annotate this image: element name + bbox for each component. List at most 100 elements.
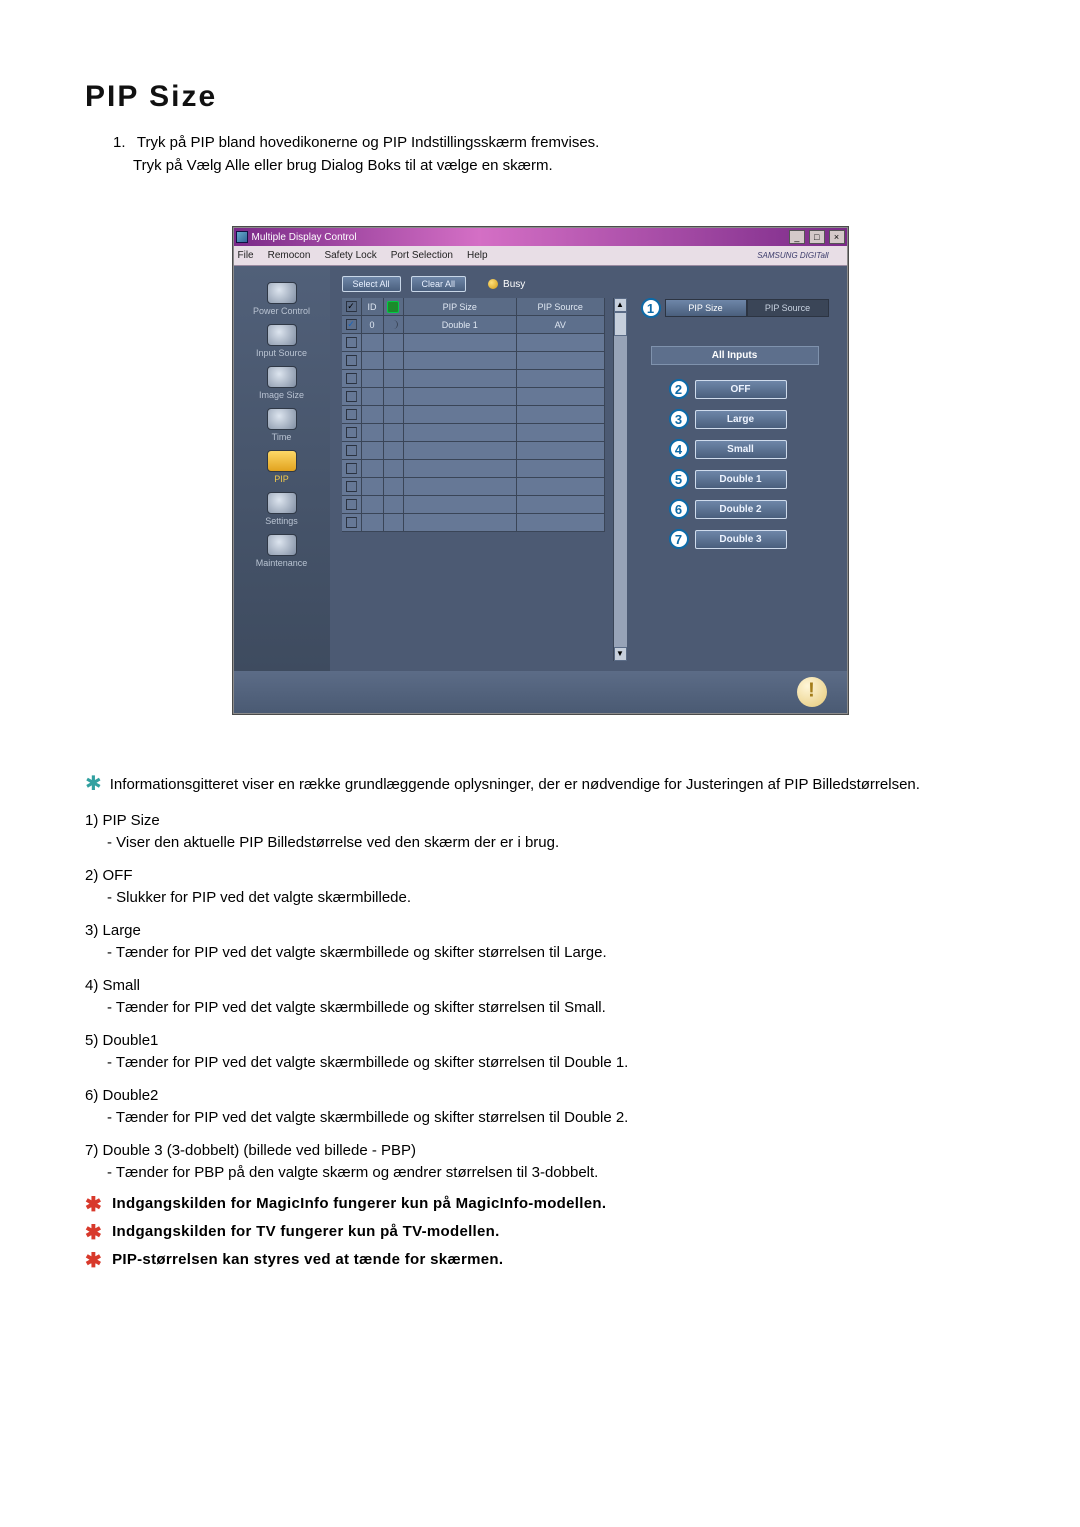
- app-window: Multiple Display Control _ □ × File Remo…: [233, 227, 848, 714]
- toolbar: Select All Clear All Busy: [342, 276, 835, 292]
- status-bar: [234, 671, 847, 713]
- note-label: 4) Small: [85, 975, 995, 998]
- sidebar-item-maintenance[interactable]: Maintenance: [234, 528, 330, 570]
- info-note: ✱ Informationsgitteret viser en række gr…: [85, 774, 995, 796]
- menu-safety-lock[interactable]: Safety Lock: [324, 250, 376, 261]
- grid-row-empty: [342, 424, 605, 442]
- main-pane: Select All Clear All Busy ID PIP Size PI…: [330, 266, 847, 671]
- note-desc: - Viser den aktuelle PIP Billedstørrelse…: [85, 832, 995, 855]
- callout-number: 7: [669, 529, 689, 549]
- option-off-button[interactable]: OFF: [695, 380, 787, 399]
- busy-label: Busy: [503, 279, 525, 290]
- grid-row-empty: [342, 496, 605, 514]
- option-small-button[interactable]: Small: [695, 440, 787, 459]
- power-icon: [267, 282, 297, 304]
- star-icon: ✱: [85, 774, 102, 794]
- bold-note-text: Indgangskilden for TV fungerer kun på TV…: [112, 1223, 500, 1240]
- note-desc: - Tænder for PIP ved det valgte skærmbil…: [85, 1052, 995, 1075]
- scroll-up-icon[interactable]: ▲: [614, 298, 627, 312]
- grid-header-row: ID PIP Size PIP Source: [342, 298, 605, 316]
- note-label: 6) Double2: [85, 1085, 995, 1108]
- grid-header-check[interactable]: [342, 298, 362, 315]
- note-label: 3) Large: [85, 920, 995, 943]
- star-icon: ✱: [85, 1195, 102, 1215]
- grid-row-empty: [342, 460, 605, 478]
- callout-number: 5: [669, 469, 689, 489]
- grid-header-id: ID: [362, 298, 384, 315]
- note-label: 5) Double1: [85, 1030, 995, 1053]
- row-pip-source: AV: [517, 316, 605, 333]
- bold-note: ✱ Indgangskilden for TV fungerer kun på …: [85, 1223, 995, 1243]
- time-icon: [267, 408, 297, 430]
- note-label: 7) Double 3 (3-dobbelt) (billede ved bil…: [85, 1140, 995, 1163]
- sidebar-item-input-source[interactable]: Input Source: [234, 318, 330, 360]
- bold-note-text: Indgangskilden for MagicInfo fungerer ku…: [112, 1195, 606, 1212]
- grid-row-empty: [342, 442, 605, 460]
- option-double2-button[interactable]: Double 2: [695, 500, 787, 519]
- display-grid: ID PIP Size PIP Source 0 Double 1 AV: [342, 298, 605, 661]
- option-double1-button[interactable]: Double 1: [695, 470, 787, 489]
- tab-pip-source[interactable]: PIP Source: [747, 299, 829, 317]
- window-icon: [236, 231, 248, 243]
- status-header-icon: [387, 301, 399, 313]
- page-heading: PIP Size: [85, 80, 995, 114]
- brand-label: SAMSUNG DIGITall: [757, 251, 828, 260]
- window-buttons: _ □ ×: [788, 230, 845, 244]
- scroll-down-icon[interactable]: ▼: [614, 647, 627, 661]
- select-all-button[interactable]: Select All: [342, 276, 401, 292]
- grid-row-empty: [342, 370, 605, 388]
- callout-number: 2: [669, 379, 689, 399]
- menu-file[interactable]: File: [238, 250, 254, 261]
- numbered-explanations: 1) PIP Size- Viser den aktuelle PIP Bill…: [85, 810, 995, 1185]
- image-size-icon: [267, 366, 297, 388]
- titlebar: Multiple Display Control _ □ ×: [234, 228, 847, 246]
- sidebar-item-label: Maintenance: [234, 558, 330, 568]
- sidebar-item-image-size[interactable]: Image Size: [234, 360, 330, 402]
- grid-header-status: [384, 298, 404, 315]
- pip-icon: [267, 450, 297, 472]
- intro-number: 1.: [113, 132, 133, 155]
- grid-header-pip-size: PIP Size: [404, 298, 517, 315]
- clear-all-button[interactable]: Clear All: [411, 276, 467, 292]
- input-source-icon: [267, 324, 297, 346]
- star-icon: ✱: [85, 1223, 102, 1243]
- sidebar-item-settings[interactable]: Settings: [234, 486, 330, 528]
- option-double3-button[interactable]: Double 3: [695, 530, 787, 549]
- menubar: File Remocon Safety Lock Port Selection …: [234, 246, 847, 266]
- close-button[interactable]: ×: [829, 230, 845, 244]
- settings-icon: [267, 492, 297, 514]
- maximize-button[interactable]: □: [809, 230, 825, 244]
- sidebar-item-power-control[interactable]: Power Control: [234, 276, 330, 318]
- star-icon: ✱: [85, 1251, 102, 1271]
- right-options-panel: 1 PIP Size PIP Source All Inputs 2 OFF 3…: [635, 298, 835, 661]
- callout-number: 6: [669, 499, 689, 519]
- grid-header-pip-source: PIP Source: [517, 298, 605, 315]
- menu-port-selection[interactable]: Port Selection: [391, 250, 453, 261]
- grid-row-empty: [342, 514, 605, 532]
- tab-pip-size[interactable]: PIP Size: [665, 299, 747, 317]
- sidebar-item-pip[interactable]: PIP: [234, 444, 330, 486]
- grid-scrollbar[interactable]: ▲ ▼: [613, 298, 627, 661]
- sidebar-item-time[interactable]: Time: [234, 402, 330, 444]
- option-large-button[interactable]: Large: [695, 410, 787, 429]
- grid-row-empty: [342, 352, 605, 370]
- status-dot-icon: [389, 320, 398, 329]
- grid-row[interactable]: 0 Double 1 AV: [342, 316, 605, 334]
- menu-remocon[interactable]: Remocon: [268, 250, 311, 261]
- sidebar-item-label: Image Size: [234, 390, 330, 400]
- bold-note: ✱ Indgangskilden for MagicInfo fungerer …: [85, 1195, 995, 1215]
- row-id: 0: [362, 316, 384, 333]
- sidebar-item-label: Power Control: [234, 306, 330, 316]
- busy-dot-icon: [488, 279, 498, 289]
- menu-help[interactable]: Help: [467, 250, 488, 261]
- note-desc: - Tænder for PIP ved det valgte skærmbil…: [85, 997, 995, 1020]
- scroll-thumb[interactable]: [614, 312, 627, 336]
- note-desc: - Tænder for PIP ved det valgte skærmbil…: [85, 1107, 995, 1130]
- row-checkbox[interactable]: [342, 316, 362, 333]
- grid-row-empty: [342, 334, 605, 352]
- minimize-button[interactable]: _: [789, 230, 805, 244]
- note-label: 1) PIP Size: [85, 810, 995, 833]
- sidebar: Power Control Input Source Image Size Ti…: [234, 266, 330, 671]
- note-label: 2) OFF: [85, 865, 995, 888]
- grid-row-empty: [342, 478, 605, 496]
